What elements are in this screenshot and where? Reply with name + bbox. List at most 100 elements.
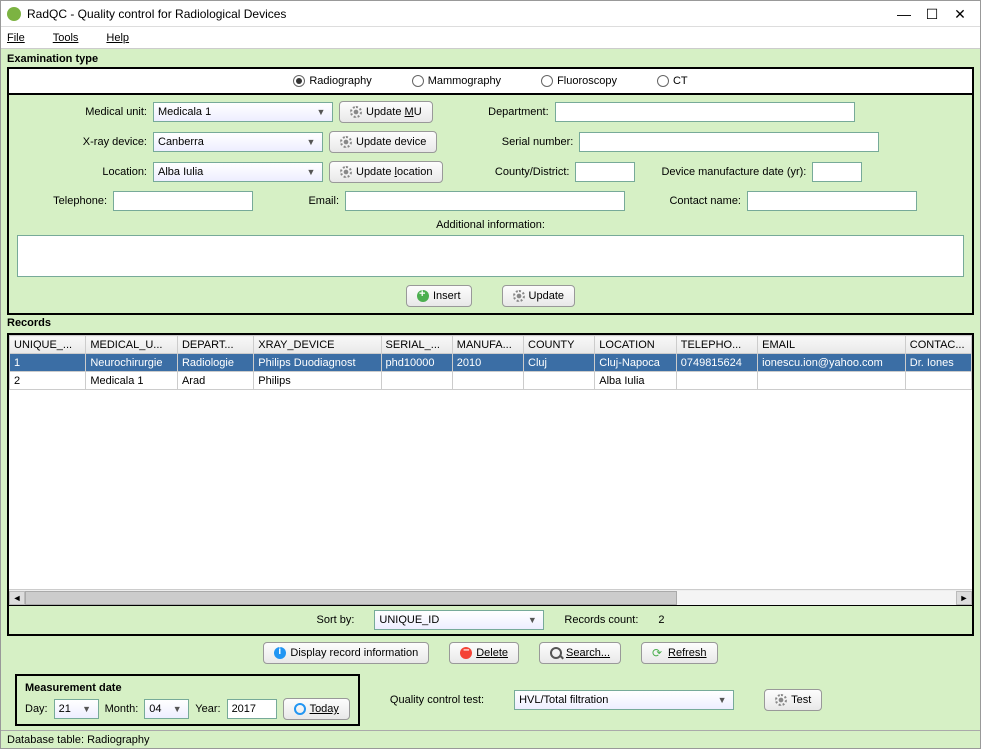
- column-header[interactable]: TELEPHO...: [676, 336, 757, 354]
- medical-unit-select[interactable]: Medicala 1▼: [153, 102, 333, 122]
- serial-label: Serial number:: [463, 136, 573, 148]
- measurement-box: Measurement date Day: 21▼ Month: 04▼ Yea…: [15, 674, 360, 726]
- mfg-input[interactable]: [812, 162, 862, 182]
- search-button[interactable]: Search...: [539, 642, 621, 664]
- department-input[interactable]: [555, 102, 855, 122]
- radio-icon: [657, 75, 669, 87]
- refresh-button[interactable]: ⟳Refresh: [641, 642, 718, 664]
- menu-help[interactable]: Help: [106, 32, 143, 44]
- table-cell: phd10000: [381, 354, 452, 372]
- xray-label: X-ray device:: [17, 136, 147, 148]
- minimize-button[interactable]: —: [890, 4, 918, 24]
- table-cell: Medicala 1: [86, 372, 178, 390]
- table-cell: Philips: [254, 372, 381, 390]
- year-input[interactable]: [227, 699, 277, 719]
- chevron-down-icon: ▼: [525, 615, 539, 625]
- chevron-down-icon: ▼: [80, 704, 94, 714]
- records-legend: Records: [7, 317, 974, 329]
- radio-ct[interactable]: CT: [657, 75, 688, 87]
- update-device-button[interactable]: Update device: [329, 131, 437, 153]
- update-location-button[interactable]: Update location: [329, 161, 443, 183]
- contact-input[interactable]: [747, 191, 917, 211]
- column-header[interactable]: MANUFA...: [452, 336, 523, 354]
- table-cell: ionescu.ion@yahoo.com: [758, 354, 906, 372]
- table-cell: [905, 372, 971, 390]
- email-input[interactable]: [345, 191, 625, 211]
- addinfo-label: Additional information:: [17, 219, 964, 231]
- test-button[interactable]: Test: [764, 689, 822, 711]
- today-button[interactable]: Today: [283, 698, 350, 720]
- serial-input[interactable]: [579, 132, 879, 152]
- table-cell: 0749815624: [676, 354, 757, 372]
- table-cell: [452, 372, 523, 390]
- tel-input[interactable]: [113, 191, 253, 211]
- clock-icon: [294, 703, 306, 715]
- chevron-down-icon: ▼: [304, 167, 318, 177]
- day-select[interactable]: 21▼: [54, 699, 99, 719]
- xray-select[interactable]: Canberra▼: [153, 132, 323, 152]
- close-button[interactable]: ✕: [946, 4, 974, 24]
- department-label: Department:: [459, 106, 549, 118]
- records-table-wrap[interactable]: UNIQUE_...MEDICAL_U...DEPART...XRAY_DEVI…: [9, 335, 972, 589]
- column-header[interactable]: MEDICAL_U...: [86, 336, 178, 354]
- search-icon: [550, 647, 562, 659]
- app-window: RadQC - Quality control for Radiological…: [0, 0, 981, 749]
- horizontal-scrollbar[interactable]: ◄ ►: [9, 589, 972, 605]
- column-header[interactable]: DEPART...: [177, 336, 253, 354]
- delete-button[interactable]: Delete: [449, 642, 519, 664]
- menu-file[interactable]: File: [7, 32, 39, 44]
- maximize-button[interactable]: ☐: [918, 4, 946, 24]
- column-header[interactable]: COUNTY: [524, 336, 595, 354]
- scroll-left-icon[interactable]: ◄: [9, 591, 25, 605]
- sort-label: Sort by:: [316, 614, 354, 626]
- radio-radiography[interactable]: Radiography: [293, 75, 371, 87]
- column-header[interactable]: LOCATION: [595, 336, 676, 354]
- sort-select[interactable]: UNIQUE_ID▼: [374, 610, 544, 630]
- table-row[interactable]: 1NeurochirurgieRadiologiePhilips Duodiag…: [10, 354, 972, 372]
- column-header[interactable]: CONTAC...: [905, 336, 971, 354]
- update-mu-button[interactable]: Update MU: [339, 101, 433, 123]
- update-button[interactable]: Update: [502, 285, 575, 307]
- table-cell: [676, 372, 757, 390]
- plus-icon: [417, 290, 429, 302]
- info-icon: [274, 647, 286, 659]
- table-row[interactable]: 2Medicala 1AradPhilipsAlba Iulia: [10, 372, 972, 390]
- chevron-down-icon: ▼: [314, 107, 328, 117]
- column-header[interactable]: SERIAL_...: [381, 336, 452, 354]
- exam-legend: Examination type: [7, 53, 974, 65]
- action-row: Display record information Delete Search…: [7, 636, 974, 670]
- gear-icon: [513, 290, 525, 302]
- column-header[interactable]: UNIQUE_...: [10, 336, 86, 354]
- qc-select[interactable]: HVL/Total filtration▼: [514, 690, 734, 710]
- refresh-icon: ⟳: [652, 647, 664, 659]
- statusbar: Database table: Radiography: [1, 730, 980, 748]
- menu-tools[interactable]: Tools: [53, 32, 93, 44]
- county-input[interactable]: [575, 162, 635, 182]
- records-table: UNIQUE_...MEDICAL_U...DEPART...XRAY_DEVI…: [9, 335, 972, 390]
- records-box: UNIQUE_...MEDICAL_U...DEPART...XRAY_DEVI…: [7, 333, 974, 636]
- location-select[interactable]: Alba Iulia▼: [153, 162, 323, 182]
- year-label: Year:: [195, 703, 220, 715]
- contact-label: Contact name:: [641, 195, 741, 207]
- column-header[interactable]: XRAY_DEVICE: [254, 336, 381, 354]
- radio-icon: [293, 75, 305, 87]
- insert-button[interactable]: Insert: [406, 285, 472, 307]
- gear-icon: [340, 166, 352, 178]
- display-record-button[interactable]: Display record information: [263, 642, 429, 664]
- radio-fluoroscopy[interactable]: Fluoroscopy: [541, 75, 617, 87]
- column-header[interactable]: EMAIL: [758, 336, 906, 354]
- gear-icon: [340, 136, 352, 148]
- main-panel: Examination type Radiography Mammography…: [1, 49, 980, 730]
- scroll-right-icon[interactable]: ►: [956, 591, 972, 605]
- location-label: Location:: [17, 166, 147, 178]
- table-cell: [758, 372, 906, 390]
- month-label: Month:: [105, 703, 139, 715]
- count-label: Records count:: [564, 614, 638, 626]
- addinfo-textarea[interactable]: [17, 235, 964, 277]
- month-select[interactable]: 04▼: [144, 699, 189, 719]
- tel-label: Telephone:: [17, 195, 107, 207]
- app-icon: [7, 7, 21, 21]
- chevron-down-icon: ▼: [170, 704, 184, 714]
- table-cell: Philips Duodiagnost: [254, 354, 381, 372]
- radio-mammography[interactable]: Mammography: [412, 75, 501, 87]
